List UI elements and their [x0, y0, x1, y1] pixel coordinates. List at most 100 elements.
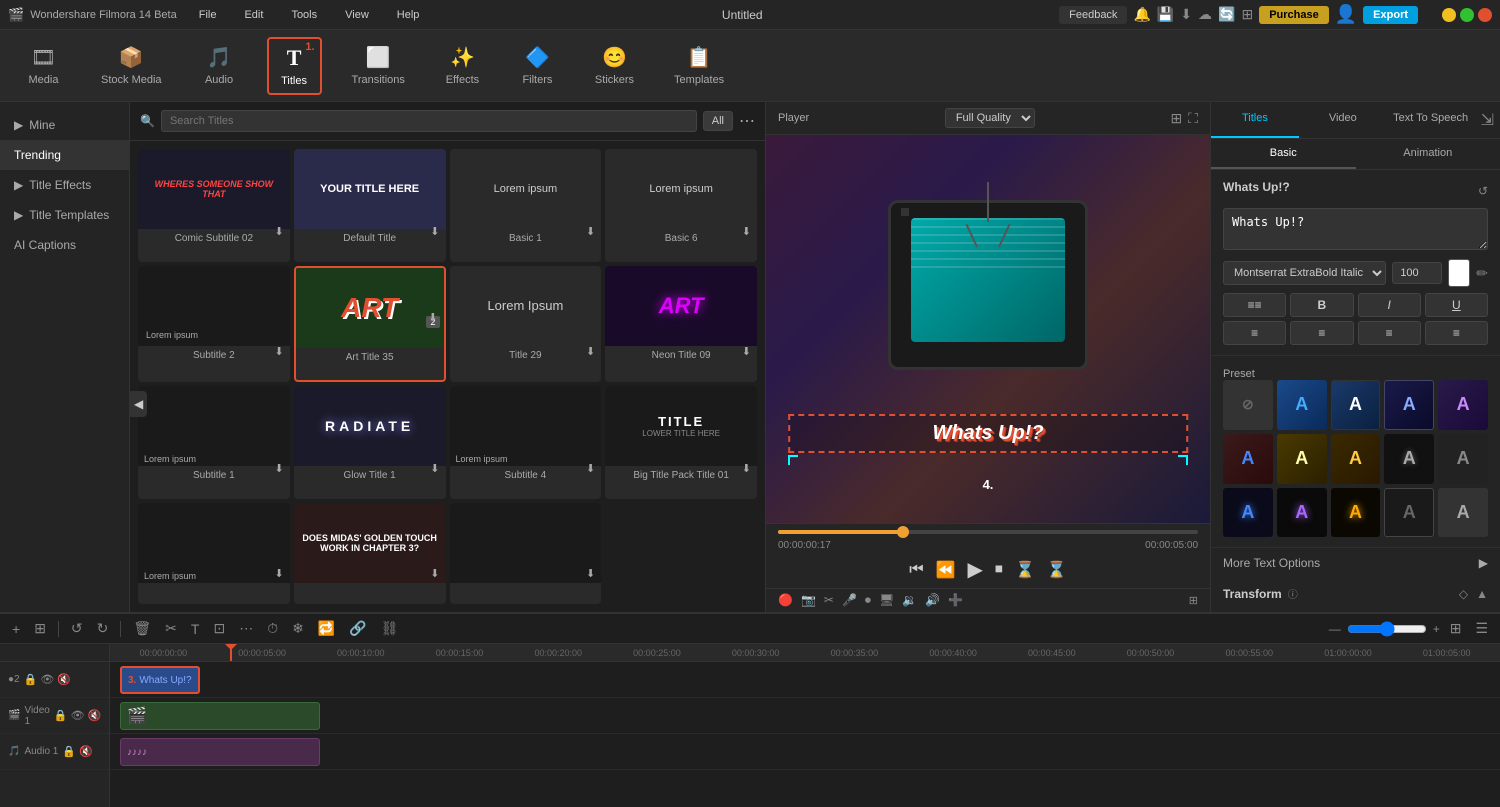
tl-text-btn[interactable]: T [187, 619, 204, 639]
text-input[interactable]: Whats Up!? [1223, 208, 1488, 250]
audio-clip[interactable]: ♪♪♪♪ [120, 738, 320, 766]
fullscreen-icon[interactable]: ⛶ [1188, 110, 1198, 127]
voice-icon[interactable]: 🎤 [842, 593, 857, 608]
stop-button[interactable]: ⏹ [995, 561, 1003, 579]
minimize-button[interactable] [1442, 8, 1456, 22]
bold-btn[interactable]: B [1290, 293, 1353, 317]
preset-none[interactable]: ⊘ [1223, 380, 1273, 430]
preset-3[interactable]: A [1384, 380, 1434, 430]
notification-icon[interactable]: 🔔 [1133, 6, 1150, 23]
tl-tracks[interactable]: 00:00:00:00 00:00:05:00 00:00:10:00 00:0… [110, 644, 1500, 807]
title-card-basic6[interactable]: Lorem ipsum ⬇ Basic 6 [605, 149, 757, 262]
feedback-button[interactable]: Feedback [1059, 6, 1127, 24]
tl-link-btn[interactable]: 🔗 [345, 618, 370, 639]
transform-section-header[interactable]: Transform ⓘ ◇ ▲ [1211, 578, 1500, 609]
grid-view-icon[interactable]: ⊞ [1170, 110, 1182, 127]
update-icon[interactable]: 🔄 [1218, 6, 1235, 23]
tool-audio[interactable]: 🎵 Audio [192, 39, 247, 92]
tool-effects[interactable]: ✨ Effects [435, 39, 490, 92]
title-card-subtitle4[interactable]: Lorem ipsum ⬇ Subtitle 4 [450, 386, 602, 499]
tl-scene-btn[interactable]: ⊞ [30, 618, 50, 639]
skip-end-button[interactable]: ⌛ [1047, 560, 1067, 580]
sidebar-item-mine[interactable]: ▶ Mine [0, 110, 129, 140]
menu-view[interactable]: View [339, 7, 375, 23]
menu-help[interactable]: Help [391, 7, 426, 23]
title-card-neon[interactable]: ART ⬇ Neon Title 09 [605, 266, 757, 383]
text-reset-icon[interactable]: ↺ [1478, 184, 1488, 198]
tl-lock2-icon[interactable]: 🔒 [54, 709, 68, 722]
filter-button[interactable]: All [703, 111, 733, 131]
align-center-btn[interactable]: ≡ [1290, 321, 1353, 345]
preset-12[interactable]: A [1384, 488, 1434, 538]
italic-btn[interactable]: I [1358, 293, 1421, 317]
zoom-minus-icon[interactable]: — [1329, 622, 1341, 636]
preset-gold2[interactable]: A [1331, 434, 1381, 484]
transform-keyframe-icon[interactable]: ◇ [1459, 587, 1468, 601]
record-icon[interactable]: 🔴 [778, 593, 793, 608]
preset-blue[interactable]: A [1277, 380, 1327, 430]
title-card-glow[interactable]: RADIATE ⬇ Glow Title 1 [294, 386, 446, 499]
title-card-bigtitle[interactable]: TITLE LOWER TITLE HERE ⬇ Big Title Pack … [605, 386, 757, 499]
preset-dark[interactable]: A [1331, 380, 1381, 430]
more-options-button[interactable]: ⋯ [739, 111, 755, 131]
record2-icon[interactable]: ⏺ [865, 593, 871, 608]
tl-add-track-btn[interactable]: + [8, 619, 24, 639]
tl-eye2-icon[interactable]: 👁 [71, 709, 85, 722]
subtab-basic[interactable]: Basic [1211, 139, 1356, 169]
skip-back-button[interactable]: ⏮ [909, 561, 923, 579]
sidebar-item-trending[interactable]: Trending [0, 140, 129, 170]
tl-lock-icon[interactable]: 🔒 [24, 673, 38, 686]
close-button[interactable] [1478, 8, 1492, 22]
edit-icon[interactable]: ✏ [1476, 265, 1488, 282]
export-button[interactable]: Export [1363, 6, 1418, 24]
tl-crop-btn[interactable]: ⊡ [209, 618, 229, 639]
tl-zoom-slider[interactable] [1347, 621, 1427, 637]
tl-layout-btn[interactable]: ☰ [1471, 618, 1492, 639]
video-clip[interactable]: 🎬 [120, 702, 320, 730]
title-card-midas[interactable]: DOES MIDAS' GOLDEN TOUCH WORK IN CHAPTER… [294, 503, 446, 605]
tl-more-btn[interactable]: ⋯ [235, 618, 257, 639]
title-card-title29[interactable]: Lorem Ipsum ⬇ Title 29 [450, 266, 602, 383]
tl-redo-btn[interactable]: ↻ [93, 618, 113, 639]
collapse-panel-button[interactable]: ◀ [130, 391, 147, 417]
subtab-animation[interactable]: Animation [1356, 139, 1500, 169]
tab-tts[interactable]: Text To Speech [1387, 102, 1475, 138]
tool-filters[interactable]: 🔷 Filters [510, 39, 565, 92]
title-card-art[interactable]: ART 2 ⬇ Art Title 35 [294, 266, 446, 383]
tl-mute-icon[interactable]: 🔇 [57, 673, 71, 686]
font-select[interactable]: Montserrat ExtraBold Italic [1223, 261, 1386, 285]
preset-4[interactable]: A [1438, 380, 1488, 430]
quality-select[interactable]: Full Quality [945, 108, 1035, 128]
tl-delete-btn[interactable]: 🗑 [129, 618, 155, 639]
title-card-subtitle2[interactable]: Lorem ipsum ⬇ Subtitle 2 [138, 266, 290, 383]
tab-titles[interactable]: Titles [1211, 102, 1299, 138]
title-clip[interactable]: 3. Whats Up!? [120, 666, 200, 694]
add-icon[interactable]: ➕ [948, 593, 963, 608]
columns-btn[interactable]: ≡≡ [1223, 293, 1286, 317]
sidebar-item-title-effects[interactable]: ▶ Title Effects [0, 170, 129, 200]
preset-gold[interactable]: A [1277, 434, 1327, 484]
tool-titles[interactable]: 1. T Titles [267, 37, 322, 95]
panel-expand-icon[interactable]: ⇲ [1475, 102, 1500, 138]
tool-transitions[interactable]: ⬜ Transitions [342, 39, 415, 92]
tab-video[interactable]: Video [1299, 102, 1387, 138]
tl-speed-btn[interactable]: ⏱ [263, 618, 282, 639]
tl-playhead[interactable] [230, 644, 232, 661]
sidebar-item-ai-captions[interactable]: AI Captions [0, 230, 129, 260]
search-input[interactable] [161, 110, 697, 132]
tl-unlink-btn[interactable]: ⛓ [377, 618, 403, 639]
text-color-swatch[interactable] [1448, 259, 1470, 287]
tool-templates[interactable]: 📋 Templates [664, 39, 734, 92]
volume-down-icon[interactable]: 🔉 [902, 593, 917, 608]
preset-10[interactable]: A [1277, 488, 1327, 538]
skip-start-button[interactable]: ⌛ [1015, 560, 1035, 580]
title-card-misc3[interactable]: ⬇ [450, 503, 602, 605]
underline-btn[interactable]: U [1425, 293, 1488, 317]
download-icon[interactable]: ⬇ [1180, 6, 1192, 23]
progress-bar[interactable] [778, 530, 1198, 534]
preset-9[interactable]: A [1223, 488, 1273, 538]
menu-file[interactable]: File [193, 7, 223, 23]
screen-icon[interactable]: 🖥 [879, 593, 894, 608]
align-justify-btn[interactable]: ≡ [1425, 321, 1488, 345]
preset-7[interactable]: A [1384, 434, 1434, 484]
